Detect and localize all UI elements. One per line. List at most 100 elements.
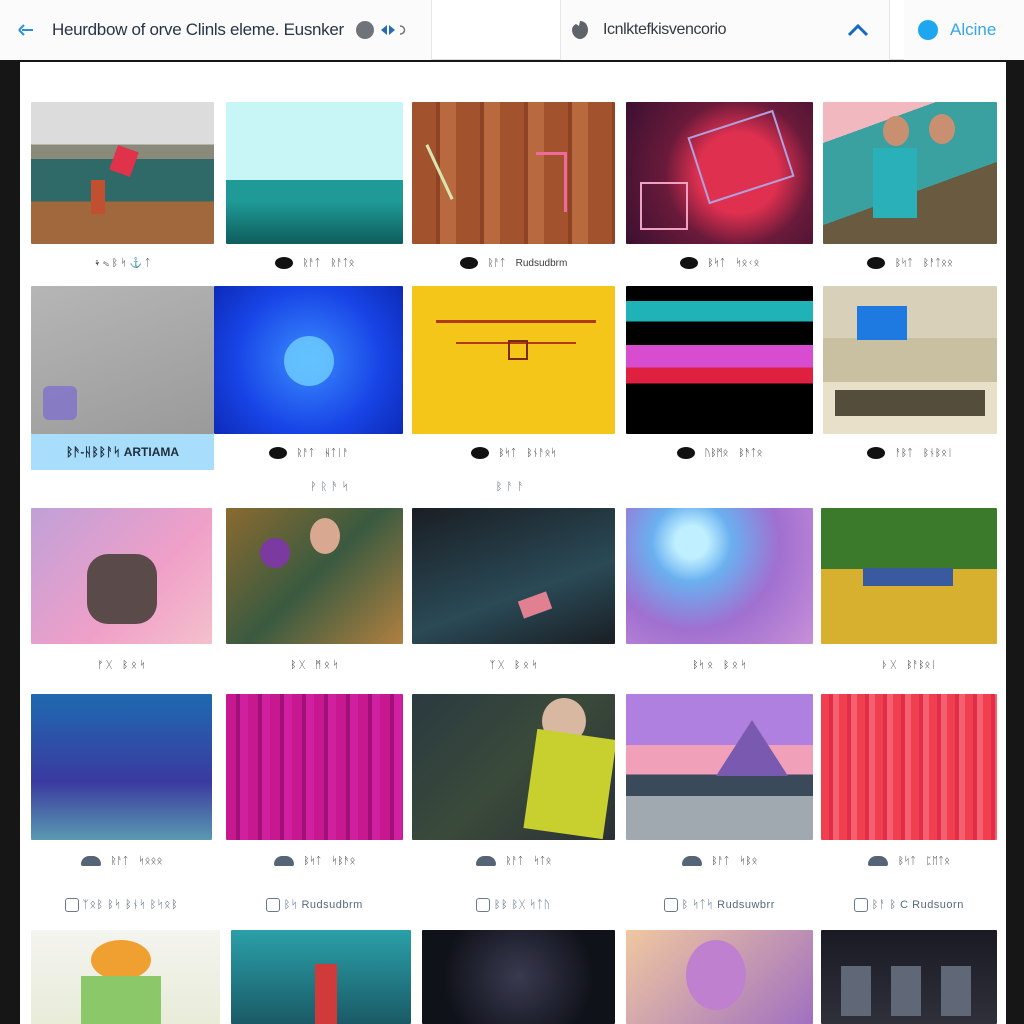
search-segment[interactable]: Icnlktefkisvencorio (560, 0, 890, 60)
gallery-card[interactable]: ᚠ ᚷ ᛒ ᛟ ᛋ (31, 508, 212, 680)
card-author: ᚱᚨᛏ (110, 855, 129, 867)
card-author: ᚦ ᚷ (881, 659, 897, 671)
card-meta: ᛒᛋᛏ ᛒᚨᛏᛟᛟ (823, 252, 997, 274)
gallery-card[interactable]: ᛒᚫ-ᚺᛒᛒᚨᛋ ARTIAMA (31, 286, 214, 470)
card-author: ᚱᚨᛏ (296, 447, 315, 459)
gallery-card[interactable]: ᚨᛒᛏ ᛒᚾᛒᛟᛁ (823, 286, 997, 466)
avatar-icon (676, 447, 695, 459)
back-button[interactable] (8, 12, 44, 48)
collapse-button[interactable] (842, 18, 874, 42)
card-author: ᛒᛋ ᛟ (692, 659, 714, 671)
card-meta: ᛒᚨᛏ ᛋᛒᛟ (626, 850, 813, 872)
card-author: ᛒᛋᛏ (303, 855, 322, 867)
card-meta: ᚠ ᚷ ᛒ ᛟ ᛋ (31, 654, 212, 676)
card-author: ᚢᛒᛗᛟ (704, 447, 729, 459)
avatar-icon (868, 856, 888, 866)
card-meta: ᚱᚨᛏ ᛋᛏᛟ (412, 850, 615, 872)
card-stats: ᛒ ᛟ ᛋ (723, 659, 747, 671)
menu-back-icon (18, 24, 33, 36)
gallery-card[interactable]: ᛒᚨᛏ ᛋᛒᛟ (626, 694, 813, 874)
card-stats: ᛒᚾᛒᛟᛁ (923, 447, 953, 459)
artwork-thumbnail (412, 286, 615, 434)
gallery-card[interactable]: ⚘ ✎ ᛒ ᛋ ⚓ ᛏ (31, 102, 214, 272)
card-author: ᚱᚨᛏ (505, 855, 524, 867)
artwork-thumbnail (821, 508, 997, 644)
artwork-thumbnail (412, 694, 615, 840)
card-meta: ᚨᛒᛏ ᛒᚾᛒᛟᛁ (823, 442, 997, 464)
gallery-card[interactable]: ᛒᛋᛏ ᛋᛒᚫᛟ (226, 694, 403, 874)
gallery-card[interactable] (626, 930, 813, 1024)
artwork-thumbnail (226, 508, 403, 644)
card-stats: ᛒᚾᚨᛟᛋ (526, 447, 557, 459)
card-meta: ᚱᚨᛏ ᚺᛏᛁᚨ (214, 442, 403, 464)
title-segment: Heurdbow of orve Clinls eleme. Eusnker (0, 0, 432, 60)
card-caption-text: ᛒ ᛋᛏᛋ Rudsuwbrr (681, 899, 775, 911)
card-caption-text: ᛒᛒ ᛒᚷ ᛋᛏᚢ (493, 899, 551, 911)
card-caption: ᛒᚨ ᛒ C Rudsuorn (821, 894, 997, 916)
card-meta: ᛒᛋ ᛟ ᛒ ᛟ ᛋ (626, 654, 813, 676)
gallery-card[interactable]: ᛒᛋᛏ ᛒᚾᚨᛟᛋ (412, 286, 615, 466)
gallery-card[interactable]: ᛒᛋ ᛟ ᛒ ᛟ ᛋ (626, 508, 813, 680)
artwork-thumbnail (422, 930, 615, 1024)
card-caption: ᛉᛟᛒ ᛒᛋ ᛒᚾᛋ ᛒᛋᛟᛒ (31, 894, 212, 916)
avatar-icon (459, 257, 478, 269)
gallery-card[interactable]: ᚢᛒᛗᛟ ᛒᚫᛏᛟ (626, 286, 813, 466)
artwork-thumbnail (31, 508, 212, 644)
card-author: ᚨᛒᛏ (895, 447, 913, 459)
gallery-card[interactable] (821, 930, 997, 1024)
gallery-card[interactable]: ᛒᛋᛏ ᛒᚨᛏᛟᛟ (823, 102, 997, 272)
artwork-thumbnail (214, 286, 403, 434)
gallery-card[interactable] (422, 930, 615, 1024)
search-icon (569, 19, 591, 41)
card-caption: ᛒᛋ Rudsudbrm (226, 894, 403, 916)
gallery-card[interactable]: ᛒᛋᛏ ᛋᛟᚲᛟ (626, 102, 813, 272)
card-stats: ᛒᚨᛏᛟᛟ (923, 257, 953, 269)
card-caption-text: ᛉᛟᛒ ᛒᛋ ᛒᚾᛋ ᛒᛋᛟᛒ (82, 899, 179, 911)
tag-icon (854, 898, 869, 912)
avatar-icon (867, 257, 885, 269)
card-meta: ᛉ ᚷ ᛒ ᛟ ᛋ (412, 654, 615, 676)
avatar-icon (268, 447, 287, 459)
gallery-card[interactable]: ᚱᚨᛏ ᛋᛟᛟᛟ (31, 694, 212, 874)
title-toggle[interactable] (355, 21, 408, 39)
search-field[interactable]: Icnlktefkisvencorio (603, 21, 727, 39)
account-segment[interactable]: Alcine (904, 0, 1024, 60)
card-meta: ᚱᚨᛏ ᚱᚨᛏᛟ (226, 252, 403, 274)
artwork-thumbnail (412, 102, 615, 244)
artwork-thumbnail (626, 102, 813, 244)
card-stats: Rudsudbrm (515, 257, 568, 269)
row-caption: ᚹ ᚱ ᚫ ᛋ (309, 481, 350, 493)
gallery-card[interactable]: ᚱᚨᛏ ᚱᚨᛏᛟ (226, 102, 403, 272)
gallery-card[interactable]: ᚱᚨᛏ ᛋᛏᛟ (412, 694, 615, 874)
gallery-card[interactable]: ᛒᛋᛏ ᛈᛖᛏᛟ (821, 694, 997, 874)
gallery-card[interactable]: ᛉ ᚷ ᛒ ᛟ ᛋ (412, 508, 615, 680)
account-name: Alcine (950, 20, 997, 39)
artwork-thumbnail (821, 694, 997, 840)
row-caption: ᛒ ᚨ ᚨ (495, 481, 525, 493)
tag-icon (664, 898, 679, 912)
tag-icon (266, 898, 281, 912)
artwork-thumbnail (226, 102, 403, 244)
card-stats: ᛒᚫᛏᛟ (738, 447, 763, 459)
artwork-thumbnail (823, 102, 997, 244)
card-stats: ᛗ ᛟ ᛋ (315, 659, 339, 671)
tag-icon (64, 898, 79, 912)
card-author: ᚱᚨᛏ (487, 257, 506, 269)
card-stats: ᛋᛟᚲᛟ (735, 257, 760, 269)
chevron-up-icon (847, 23, 869, 37)
gallery-card[interactable]: ᚦ ᚷ ᛒᚨᛒᛟᛁ (821, 508, 997, 680)
gallery-card[interactable]: ᚱᚨᛏ Rudsudbrm (412, 102, 615, 272)
avatar-icon (475, 856, 496, 866)
card-meta-text: ⚘ ✎ ᛒ ᛋ ⚓ ᛏ (94, 257, 151, 269)
gallery-card[interactable]: ᚱᚨᛏ ᚺᛏᛁᚨ (214, 286, 403, 466)
card-meta: ᚱᚨᛏ Rudsudbrm (412, 252, 615, 274)
card-meta: ᛒᛋᛏ ᛈᛖᛏᛟ (821, 850, 997, 872)
avatar-icon (80, 856, 101, 866)
gallery-card[interactable]: ᛒ ᚷ ᛗ ᛟ ᛋ (226, 508, 403, 680)
card-stats: ᛒ ᛟ ᛋ (122, 659, 146, 671)
card-stats: ᛋᛒᚫᛟ (331, 855, 356, 867)
card-stats: ᛈᛖᛏᛟ (926, 855, 950, 867)
gallery-card[interactable] (231, 930, 411, 1024)
artwork-thumbnail (821, 930, 997, 1024)
gallery-card[interactable] (31, 930, 220, 1024)
